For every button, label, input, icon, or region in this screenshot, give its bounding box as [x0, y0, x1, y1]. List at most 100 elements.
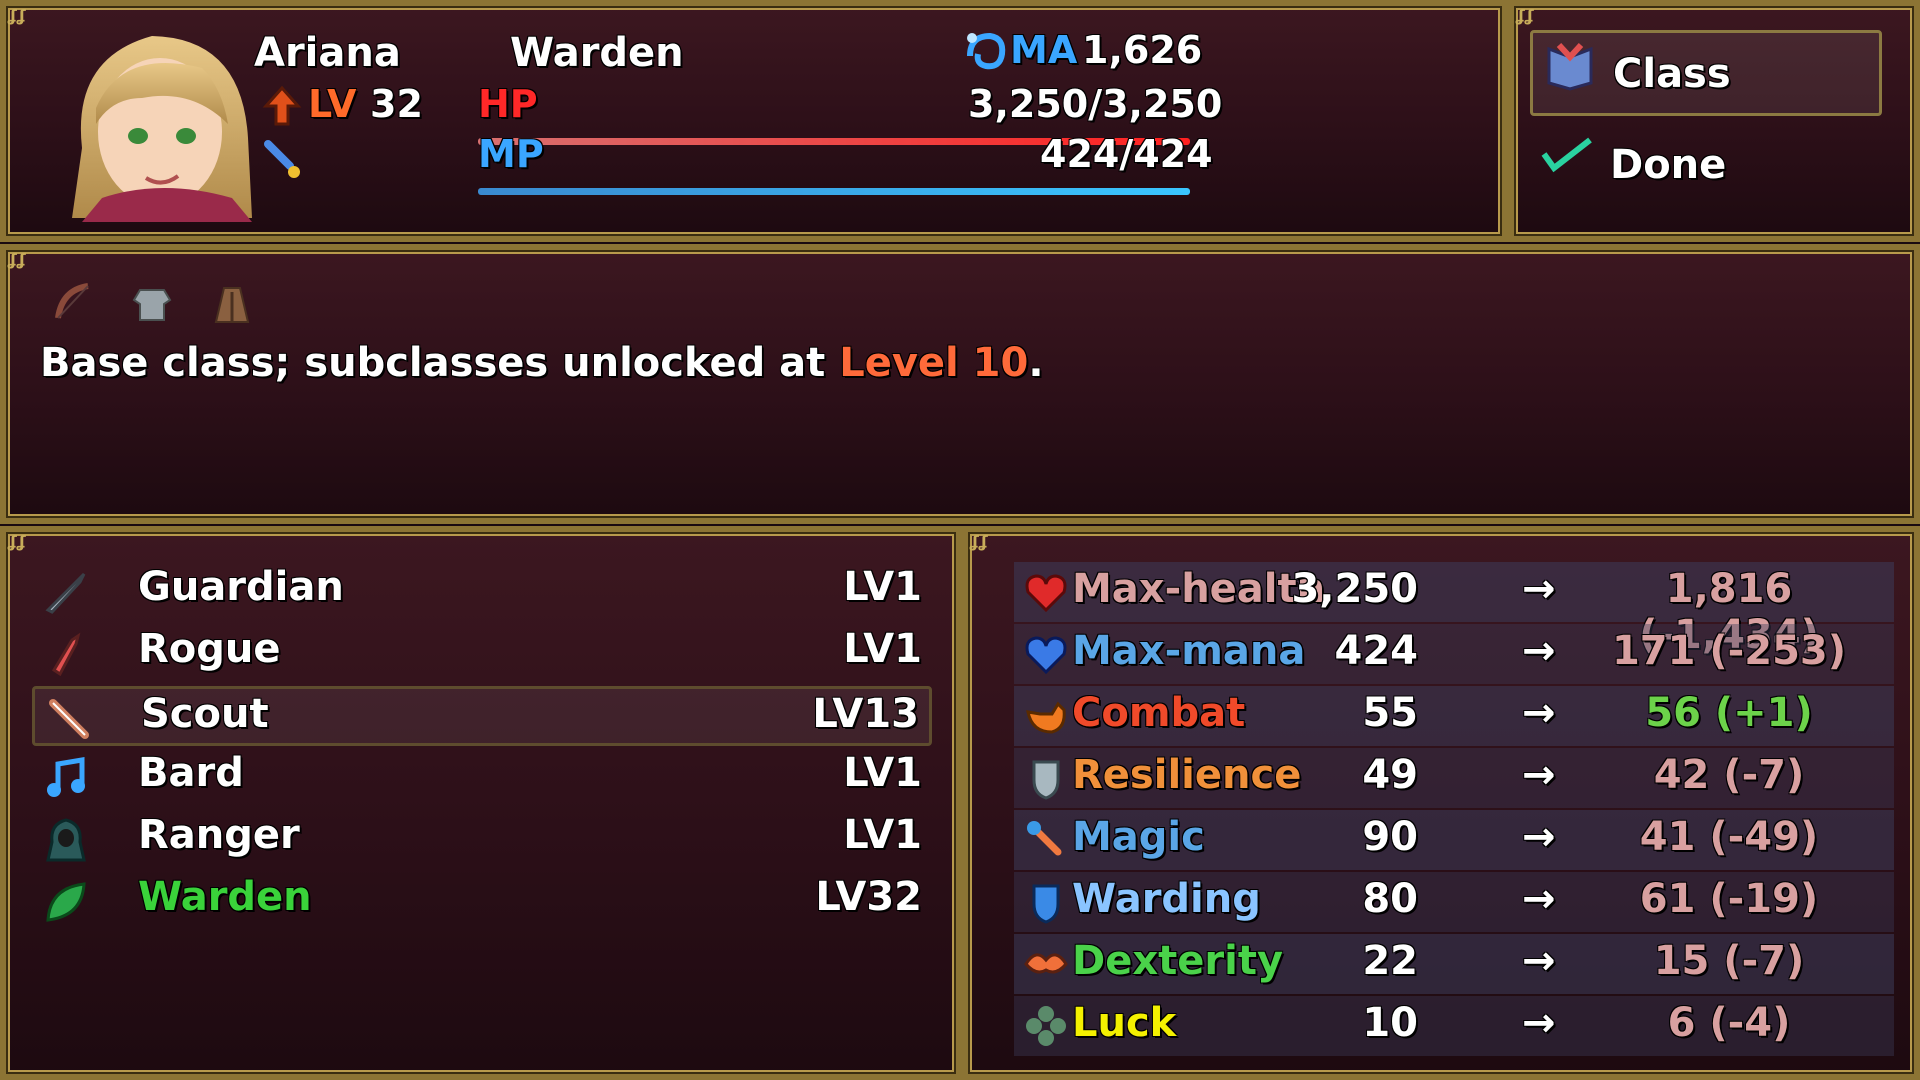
class-item-warden[interactable]: Warden LV32	[32, 872, 932, 932]
class-name: Bard	[138, 750, 244, 796]
stat-old-value: 424	[1334, 628, 1419, 674]
stat-old-value: 22	[1362, 938, 1418, 984]
class-item-rogue[interactable]: Rogue LV1	[32, 624, 932, 684]
class-item-ranger[interactable]: Ranger LV1	[32, 810, 932, 870]
leaf-icon	[42, 878, 90, 926]
help-text-highlight: Level 10	[839, 340, 1029, 386]
swirl-icon	[960, 26, 1010, 80]
help-window: ʆʆ Base class; subclasses unlocked at Le…	[0, 244, 1920, 524]
fist-icon	[1022, 692, 1070, 740]
class-level: LV1	[843, 812, 922, 858]
class-list-window: ʆʆ Guardian LV1 Rogue LV1 Scout LV13 Bar…	[0, 526, 962, 1080]
level-value: 32	[370, 82, 423, 126]
class-command-label: Class	[1613, 51, 1731, 97]
mp-label: MP	[478, 132, 544, 176]
ward-shield-icon	[1022, 878, 1070, 926]
stat-name: Magic	[1072, 814, 1205, 860]
actor-name: Ariana	[254, 30, 401, 76]
class-item-scout[interactable]: Scout LV13	[32, 686, 932, 746]
stat-row-magic: Magic 90 → 41 (-49)	[1014, 810, 1894, 870]
stat-name: Luck	[1072, 1000, 1177, 1046]
spellbook-icon	[1543, 39, 1597, 97]
checkmark-icon	[1540, 134, 1596, 178]
stat-old-value: 49	[1362, 752, 1418, 798]
class-name: Rogue	[138, 626, 281, 672]
stat-comparison-window: ʆʆ Max-health 3,250 → 1,816 (-1,434) Max-man…	[962, 526, 1920, 1080]
mp-value: 424/424	[1040, 132, 1213, 176]
hooded-figure-icon	[42, 816, 90, 864]
stat-new-value: 41 (-49)	[1639, 814, 1819, 860]
arrow-right-icon: →	[1522, 752, 1556, 798]
class-level: LV1	[843, 626, 922, 672]
cloak-icon	[210, 282, 254, 330]
mp-bar-fill	[478, 188, 1190, 195]
arrow-right-icon: →	[1522, 628, 1556, 674]
music-note-icon	[42, 754, 90, 802]
feather-icon	[1022, 940, 1070, 988]
stat-new-value: 15 (-7)	[1653, 938, 1805, 984]
stat-old-value: 90	[1362, 814, 1418, 860]
actor-status-window: ʆʆ Ariana Warden LV 32 MA 1,626 HP 3,250…	[0, 0, 1508, 242]
command-window: ʆʆ Class Done	[1508, 0, 1920, 242]
frame-ornament: ʆʆ	[970, 532, 988, 551]
stat-old-value: 55	[1362, 690, 1418, 736]
stat-new-value: 6 (-4)	[1667, 1000, 1791, 1046]
class-level: LV1	[843, 564, 922, 610]
stat-name: Resilience	[1072, 752, 1302, 798]
stat-old-value: 10	[1362, 1000, 1418, 1046]
ma-value: 1,626	[1082, 28, 1203, 72]
class-item-guardian[interactable]: Guardian LV1	[32, 562, 932, 622]
class-level: LV1	[843, 750, 922, 796]
stat-old-value: 3,250	[1291, 566, 1418, 612]
sword-icon	[42, 568, 90, 616]
class-level: LV13	[812, 691, 919, 737]
stat-name: Max-health	[1072, 566, 1326, 612]
ma-label: MA	[1010, 28, 1078, 72]
heart-icon	[1022, 568, 1070, 616]
frame-ornament: ʆʆ	[8, 250, 26, 269]
mp-bar	[478, 188, 1190, 195]
class-name: Warden	[138, 874, 312, 920]
arrow-right-icon: →	[1522, 566, 1556, 612]
dagger-icon	[42, 630, 90, 678]
stat-row-resilience: Resilience 49 → 42 (-7)	[1014, 748, 1894, 808]
hp-label: HP	[478, 82, 538, 126]
actor-class: Warden	[510, 30, 684, 76]
shield-icon	[1022, 754, 1070, 802]
clover-icon	[1022, 1002, 1070, 1050]
arrow-right-icon: →	[1522, 814, 1556, 860]
class-level: LV32	[815, 874, 922, 920]
stat-row-max-mana: Max-mana 424 → 171 (-253)	[1014, 624, 1894, 684]
stat-row-warding: Warding 80 → 61 (-19)	[1014, 872, 1894, 932]
frame-ornament: ʆʆ	[8, 532, 26, 551]
class-command[interactable]: Class	[1530, 30, 1882, 116]
armor-icon	[130, 282, 174, 330]
stat-row-luck: Luck 10 → 6 (-4)	[1014, 996, 1894, 1056]
arrow-right-icon: →	[1522, 938, 1556, 984]
class-item-bard[interactable]: Bard LV1	[32, 748, 932, 808]
magic-wand-icon	[260, 136, 306, 186]
stat-name: Warding	[1072, 876, 1261, 922]
stat-name: Dexterity	[1072, 938, 1284, 984]
frame-ornament: ʆʆ	[1516, 6, 1534, 25]
level-up-icon	[260, 84, 304, 132]
help-description: Base class; subclasses unlocked at Level…	[40, 340, 1044, 386]
arrow-right-icon: →	[1522, 1000, 1556, 1046]
stat-row-max-health: Max-health 3,250 → 1,816 (-1,434)	[1014, 562, 1894, 658]
help-text-suffix: .	[1028, 340, 1044, 386]
stat-old-value: 80	[1362, 876, 1418, 922]
actor-portrait	[52, 28, 274, 222]
stat-new-value: 61 (-19)	[1639, 876, 1819, 922]
frame-ornament: ʆʆ	[8, 6, 26, 25]
class-name: Scout	[141, 691, 269, 737]
bow-icon	[45, 695, 93, 743]
hp-value: 3,250/3,250	[968, 82, 1223, 126]
bow-icon	[50, 282, 94, 330]
stat-new-value: 171 (-253)	[1611, 628, 1847, 674]
stat-name: Combat	[1072, 690, 1246, 736]
stat-row-combat: Combat 55 → 56 (+1)	[1014, 686, 1894, 746]
stat-new-value: 56 (+1)	[1645, 690, 1813, 736]
done-command[interactable]: Done	[1530, 124, 1882, 210]
level-label: LV	[308, 82, 357, 126]
arrow-right-icon: →	[1522, 876, 1556, 922]
